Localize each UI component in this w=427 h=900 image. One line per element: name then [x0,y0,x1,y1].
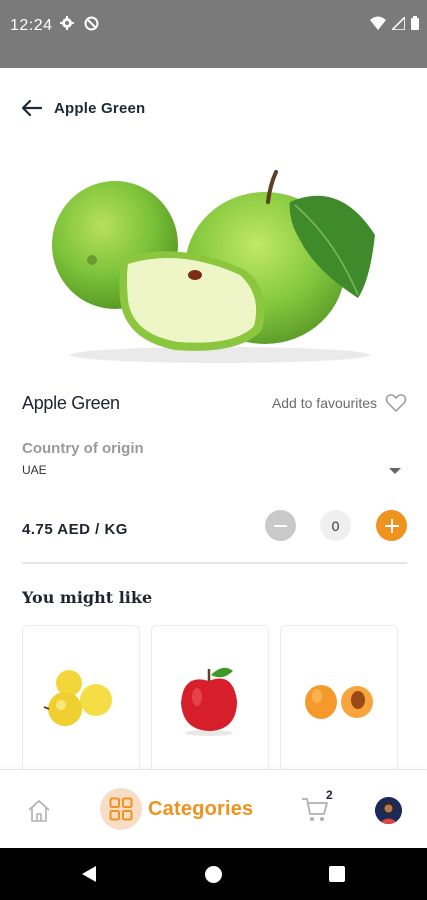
product-price: 4.75 AED / KG [22,521,128,538]
suggestion-card[interactable] [151,625,269,775]
caret-down-icon [389,468,401,474]
nav-home-button[interactable] [26,798,52,824]
nav-categories-button[interactable]: Categories [100,788,253,830]
settings-gear-icon [60,16,74,35]
data-saver-icon [84,16,99,36]
bottom-navigation: Categories 2 [0,769,427,848]
system-navigation-bar [0,848,427,900]
origin-label: Country of origin [22,440,144,457]
back-button[interactable] [22,96,44,120]
favourites-label: Add to favourites [271,395,377,411]
page-header: Apple Green [22,96,145,120]
yellow-apples-image [43,670,112,726]
origin-dropdown[interactable]: UAE [22,460,407,482]
wifi-icon [370,16,386,35]
signal-icon [390,14,406,35]
origin-value: UAE [22,463,47,477]
home-icon [28,800,50,822]
product-image [40,150,390,365]
apricots-image [305,684,373,719]
suggestions-list [22,625,398,775]
red-apple-image [181,667,237,736]
suggestion-card[interactable] [280,625,398,775]
suggestions-title: You might like [22,588,153,607]
cart-count-badge: 2 [326,788,333,802]
arrow-left-icon [22,100,42,116]
system-back-button[interactable] [82,866,96,882]
status-bar: 12:24 [0,0,427,68]
divider [22,562,407,564]
suggestion-card[interactable] [22,625,140,775]
minus-icon [274,524,287,527]
decrease-quantity-button[interactable] [265,510,296,541]
status-time: 12:24 [10,17,53,34]
nav-categories-label: Categories [148,797,254,820]
battery-icon [411,16,419,35]
profile-avatar[interactable] [375,797,402,824]
product-name: Apple Green [22,393,120,413]
page-title: Apple Green [54,99,146,117]
increase-quantity-button[interactable] [376,510,407,541]
quantity-value: 0 [320,510,351,541]
system-home-button[interactable] [205,866,222,883]
system-recents-button[interactable] [329,866,345,882]
heart-icon [385,394,407,413]
quantity-stepper: 0 [265,510,407,541]
add-to-favourites-button[interactable]: Add to favourites [272,393,407,413]
grid-icon [100,788,142,830]
